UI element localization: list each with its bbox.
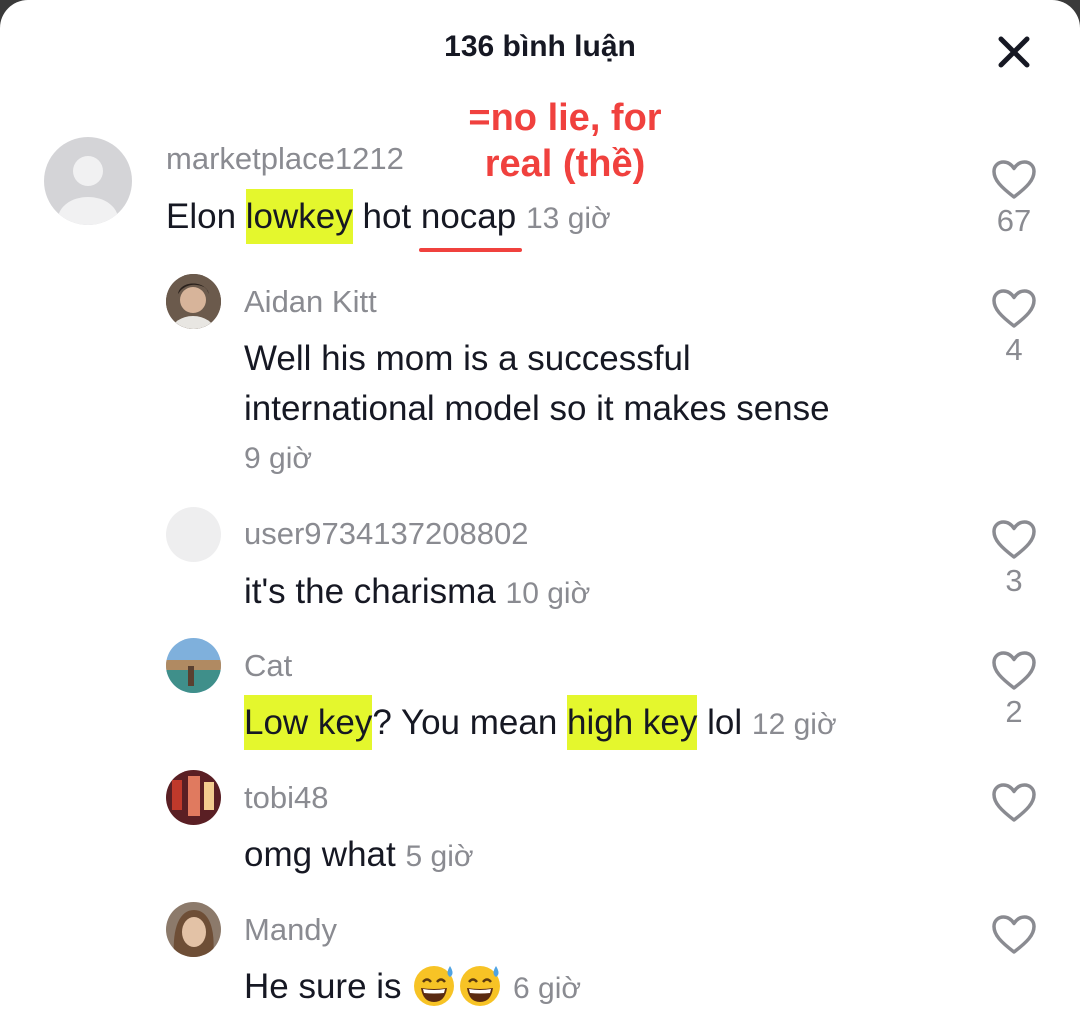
comment-text: He sure is 6 giờ: [244, 962, 581, 1014]
heart-outline-icon[interactable]: [991, 519, 1037, 561]
like-count: 4: [1005, 332, 1023, 367]
comments-sheet: 136 bình luận =no lie, for real (thề) ma…: [0, 0, 1080, 1023]
heart-outline-icon[interactable]: [991, 782, 1037, 824]
comment-text-part: lol: [697, 703, 743, 742]
comment-text-content: omg what: [244, 835, 396, 874]
avatar[interactable]: [166, 770, 221, 825]
close-button[interactable]: [990, 28, 1038, 76]
comment-time: 5 giờ: [405, 840, 474, 873]
comment-text: it's the charisma 10 giờ: [244, 567, 590, 619]
profile-photo: [166, 902, 221, 957]
profile-photo: [166, 770, 221, 825]
like-count: 3: [1005, 563, 1023, 598]
avatar[interactable]: [166, 638, 221, 693]
underlined-word-text: nocap: [420, 197, 517, 236]
comment-text-line: international model so it makes sense: [244, 389, 830, 428]
comment-time: 9 giờ: [244, 442, 313, 475]
comments-count-title: 136 bình luận: [444, 30, 636, 63]
red-underline: [418, 248, 523, 252]
comment-username[interactable]: marketplace1212: [166, 141, 404, 177]
like-button[interactable]: 2: [972, 650, 1056, 730]
comment-username[interactable]: Aidan Kitt: [244, 284, 377, 320]
annotation-line-1: =no lie, for: [468, 97, 662, 139]
avatar[interactable]: [166, 274, 221, 329]
avatar[interactable]: [166, 902, 221, 957]
comment-text: omg what 5 giờ: [244, 830, 474, 882]
grinning-sweat-emoji: [460, 965, 501, 1006]
annotation-line-2: real (thề): [484, 143, 646, 185]
like-button[interactable]: [972, 914, 1056, 956]
highlighted-word: high key: [567, 695, 698, 750]
comment-username[interactable]: Mandy: [244, 912, 337, 948]
comment-text: Elon lowkey hot nocap 13 giờ: [166, 189, 611, 252]
like-count: 2: [1005, 694, 1023, 729]
avatar[interactable]: [44, 137, 132, 225]
comment-time: 10 giờ: [505, 577, 591, 610]
comment-time: 12 giờ: [751, 708, 837, 741]
like-button[interactable]: 4: [972, 288, 1056, 368]
comment-text: Low key? You mean high key lol 12 giờ: [244, 695, 837, 750]
like-button[interactable]: 3: [972, 519, 1056, 599]
underlined-word: nocap: [418, 192, 523, 252]
heart-outline-icon[interactable]: [991, 159, 1037, 201]
comment-time: 6 giờ: [513, 972, 582, 1005]
comment-text-part: ? You mean: [372, 703, 568, 742]
default-avatar-icon: [58, 156, 118, 225]
comment-username[interactable]: tobi48: [244, 780, 328, 816]
close-icon: [998, 36, 1030, 68]
heart-outline-icon[interactable]: [991, 288, 1037, 330]
highlighted-word: lowkey: [245, 189, 353, 244]
profile-photo: [166, 274, 221, 329]
like-button[interactable]: [972, 782, 1056, 824]
comment-text-line: Well his mom is a successful: [244, 339, 691, 378]
comment-text-part: hot: [352, 197, 421, 236]
heart-outline-icon[interactable]: [991, 914, 1037, 956]
profile-photo: [166, 638, 221, 693]
comment-text-content: He sure is: [244, 967, 402, 1006]
comment-time: 13 giờ: [525, 202, 611, 235]
avatar[interactable]: [166, 507, 221, 562]
highlighted-word: Low key: [244, 695, 373, 750]
comment-username[interactable]: Cat: [244, 648, 292, 684]
like-count: 67: [996, 203, 1032, 238]
comment-text: Well his mom is a successful internation…: [244, 334, 944, 484]
like-button[interactable]: 67: [972, 159, 1056, 239]
annotation-note: =no lie, for real (thề): [440, 95, 690, 187]
grinning-sweat-emoji: [414, 965, 455, 1006]
comment-text-part: Elon: [166, 197, 246, 236]
comment-username[interactable]: user9734137208802: [244, 516, 528, 552]
heart-outline-icon[interactable]: [991, 650, 1037, 692]
comment-text-content: it's the charisma: [244, 572, 496, 611]
